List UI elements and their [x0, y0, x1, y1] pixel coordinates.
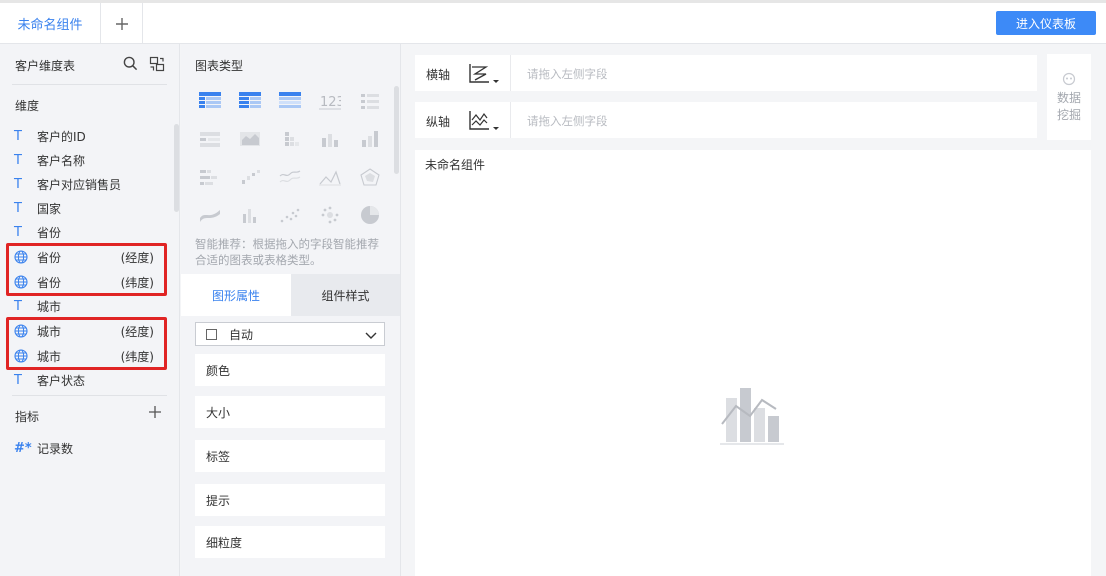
globe-icon	[14, 324, 30, 338]
table-chart-icon[interactable]	[195, 88, 225, 114]
column-chart-icon[interactable]	[355, 126, 385, 152]
tab-graphic-properties[interactable]: 图形属性	[181, 274, 291, 316]
property-granularity[interactable]: 细粒度	[195, 526, 385, 558]
divider	[12, 395, 167, 396]
text-type-icon: T	[14, 200, 22, 216]
heatmap-chart-icon[interactable]	[275, 126, 305, 152]
dimension-field[interactable]: T 城市	[14, 294, 164, 318]
globe-icon	[14, 250, 30, 264]
add-tab-button[interactable]	[101, 3, 143, 44]
grouped-table-icon[interactable]	[195, 126, 225, 152]
dimension-field[interactable]: T 省份	[14, 220, 164, 244]
switch-table-icon[interactable]	[149, 56, 165, 75]
chart-config-panel: 图表类型 123 智能推荐：根据拖入的字段智能推荐合适的图表或表格类型。 图形属…	[181, 44, 401, 576]
y-axis-label: 纵轴	[426, 115, 451, 129]
stacked-bar-icon[interactable]	[195, 164, 225, 190]
text-type-icon: T	[14, 152, 22, 168]
text-type-icon: T	[14, 298, 22, 314]
text-type-icon: T	[14, 128, 22, 144]
divider	[12, 84, 167, 85]
radar-chart-icon[interactable]	[355, 164, 385, 190]
smart-recommend-tip: 智能推荐：根据拖入的字段智能推荐合适的图表或表格类型。	[195, 237, 379, 267]
scrollbar[interactable]	[174, 124, 179, 212]
dimension-field-geo[interactable]: 城市 (经度)	[14, 319, 164, 343]
number-type-icon: #*	[14, 440, 32, 456]
dimension-field-geo[interactable]: 省份 (纬度)	[14, 270, 164, 294]
scatter-chart-icon[interactable]	[275, 202, 305, 228]
dimension-field[interactable]: T 客户的ID	[14, 124, 164, 148]
tab-component-style[interactable]: 组件样式	[291, 274, 400, 316]
data-mining-button[interactable]: 数据挖掘	[1047, 54, 1091, 140]
plus-icon	[149, 406, 161, 418]
property-size[interactable]: 大小	[195, 396, 385, 428]
text-type-icon: T	[14, 372, 22, 388]
chart-type-grid: 123	[195, 84, 385, 234]
y-axis-dropzone[interactable]: 纵轴 请拖入左侧字段	[415, 102, 1037, 138]
x-axis-settings-icon[interactable]	[468, 62, 502, 89]
shape-type-select[interactable]: 自动	[195, 322, 385, 346]
bubble-chart-icon[interactable]	[315, 202, 345, 228]
top-bar: 未命名组件 进入仪表板	[0, 0, 1106, 44]
combo-chart-icon[interactable]	[235, 202, 265, 228]
add-metric-button[interactable]	[148, 405, 162, 422]
map-chart-icon[interactable]	[235, 126, 265, 152]
stream-chart-icon[interactable]	[195, 202, 225, 228]
empty-chart-icon	[718, 386, 786, 453]
robot-icon	[1062, 72, 1076, 86]
text-type-icon: T	[14, 224, 22, 240]
dimension-field-geo[interactable]: 省份 (经度)	[14, 245, 164, 269]
x-axis-label: 横轴	[426, 68, 451, 82]
square-icon	[206, 328, 217, 340]
chevron-down-icon	[364, 328, 378, 345]
area-chart-icon[interactable]	[315, 164, 345, 190]
list-chart-icon[interactable]	[355, 88, 385, 114]
component-title[interactable]: 未命名组件	[425, 156, 485, 173]
globe-icon	[14, 275, 30, 289]
search-icon[interactable]	[123, 56, 138, 74]
x-axis-placeholder: 请拖入左侧字段	[527, 67, 608, 81]
enter-dashboard-button[interactable]: 进入仪表板	[996, 11, 1096, 35]
divider	[510, 55, 511, 91]
divider	[510, 102, 511, 138]
field-panel: 客户维度表 维度 T 客户的ID T 客户名称 T 客户对应销售员 T 国家 T…	[0, 44, 180, 576]
dimension-field[interactable]: T 客户状态	[14, 368, 164, 392]
property-label[interactable]: 标签	[195, 440, 385, 472]
metric-field[interactable]: #* 记录数	[14, 436, 164, 460]
dimension-field[interactable]: T 客户名称	[14, 148, 164, 172]
bar-chart-icon[interactable]	[315, 126, 345, 152]
kpi-number-icon[interactable]: 123	[315, 88, 345, 114]
globe-icon	[14, 349, 30, 363]
line-chart-icon[interactable]	[275, 164, 305, 190]
graphic-properties-body: 自动 颜色 大小 标签 提示 细粒度	[181, 316, 400, 576]
table-name: 客户维度表	[15, 59, 76, 73]
dimension-field[interactable]: T 国家	[14, 196, 164, 220]
metric-section-label: 指标	[15, 410, 40, 424]
property-tabs: 图形属性 组件样式	[181, 274, 400, 316]
scrollbar[interactable]	[394, 86, 399, 174]
detail-table-icon[interactable]	[275, 88, 305, 114]
x-axis-dropzone[interactable]: 横轴 请拖入左侧字段	[415, 55, 1037, 91]
field-panel-header: 客户维度表	[0, 44, 180, 84]
y-axis-placeholder: 请拖入左侧字段	[527, 114, 608, 128]
y-axis-settings-icon[interactable]	[468, 109, 502, 136]
text-type-icon: T	[14, 176, 22, 192]
property-color[interactable]: 颜色	[195, 354, 385, 386]
dimension-field-geo[interactable]: 城市 (纬度)	[14, 344, 164, 368]
data-mining-label: 数据挖掘	[1056, 91, 1081, 122]
chart-canvas: 未命名组件	[415, 150, 1091, 576]
dimension-section-label: 维度	[15, 99, 40, 113]
chart-type-title: 图表类型	[195, 59, 244, 73]
pie-chart-icon[interactable]	[355, 202, 385, 228]
plus-icon	[115, 17, 128, 30]
waterfall-chart-icon[interactable]	[235, 164, 265, 190]
cross-table-icon[interactable]	[235, 88, 265, 114]
dimension-field[interactable]: T 客户对应销售员	[14, 172, 164, 196]
tab-label: 未命名组件	[17, 18, 83, 33]
tab-unnamed-component[interactable]: 未命名组件	[0, 3, 101, 44]
svg-text:123: 123	[320, 95, 341, 110]
property-tooltip[interactable]: 提示	[195, 484, 385, 516]
